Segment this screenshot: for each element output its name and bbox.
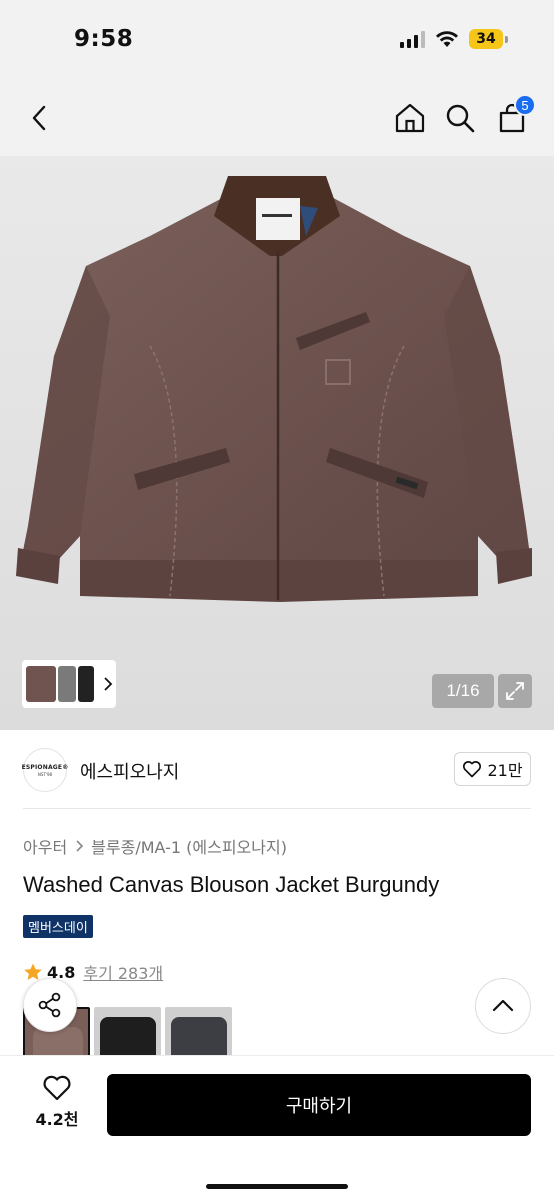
back-button[interactable] [22, 100, 58, 136]
thumb-black[interactable] [78, 666, 94, 702]
product-jacket-image [16, 176, 532, 602]
heart-icon [463, 761, 482, 778]
nav-bar: 5 [0, 82, 554, 156]
share-button[interactable] [23, 978, 77, 1032]
review-count-link[interactable]: 후기 283개 [83, 960, 163, 984]
status-icons: 34 [400, 29, 508, 49]
brand-like-count: 21만 [487, 761, 523, 780]
expand-button[interactable] [498, 674, 532, 708]
cart-count-badge: 5 [514, 94, 536, 116]
breadcrumb: 아우터 블루종/MA-1 (에스피오나지) [23, 834, 287, 858]
heart-icon [43, 1075, 71, 1101]
status-time: 9:58 [74, 26, 134, 52]
color-thumbnail-strip[interactable] [22, 660, 116, 708]
brand-row: ESPIONAGE® NST'98 에스피오나지 21만 [0, 742, 554, 808]
share-icon [38, 992, 61, 1018]
product-title: Washed Canvas Blouson Jacket Burgundy [23, 872, 440, 897]
buy-button[interactable]: 구매하기 [107, 1074, 531, 1136]
bottom-action-bar: 4.2천 구매하기 [0, 1055, 554, 1200]
expand-icon [506, 682, 524, 700]
back-chevron-icon [32, 105, 46, 131]
home-icon [395, 103, 425, 133]
color-option-charcoal[interactable] [165, 1007, 232, 1057]
chevron-up-icon [492, 999, 514, 1012]
product-image-gallery[interactable]: 1/16 [0, 156, 554, 730]
battery-icon: 34 [469, 29, 508, 49]
scroll-top-button[interactable] [475, 978, 531, 1034]
breadcrumb-category[interactable]: 아우터 [23, 834, 67, 858]
brand-name[interactable]: 에스피오나지 [80, 758, 179, 784]
wifi-icon [436, 31, 458, 47]
chevron-right-icon [76, 840, 84, 852]
search-button[interactable] [442, 100, 478, 136]
promo-badge: 멤버스데이 [23, 915, 93, 938]
color-option-black[interactable] [94, 1007, 161, 1057]
breadcrumb-subcategory[interactable]: 블루종/MA-1 (에스피오나지) [91, 834, 287, 858]
battery-level: 34 [469, 29, 503, 49]
signal-icon [400, 30, 425, 48]
thumb-burgundy[interactable] [26, 666, 56, 702]
wishlist-button[interactable]: 4.2천 [26, 1074, 88, 1144]
chevron-right-icon[interactable] [100, 675, 116, 693]
image-page-counter: 1/16 [432, 674, 494, 708]
brand-logo[interactable]: ESPIONAGE® NST'98 [22, 748, 68, 792]
cart-button[interactable]: 5 [494, 94, 536, 136]
search-icon [446, 104, 475, 133]
divider [23, 808, 531, 809]
wishlist-count: 4.2천 [35, 1110, 79, 1129]
thumb-gray[interactable] [58, 666, 76, 702]
home-indicator [206, 1184, 348, 1189]
status-bar: 9:58 34 [0, 0, 554, 82]
home-button[interactable] [392, 100, 428, 136]
brand-like-button[interactable]: 21만 [454, 752, 531, 786]
